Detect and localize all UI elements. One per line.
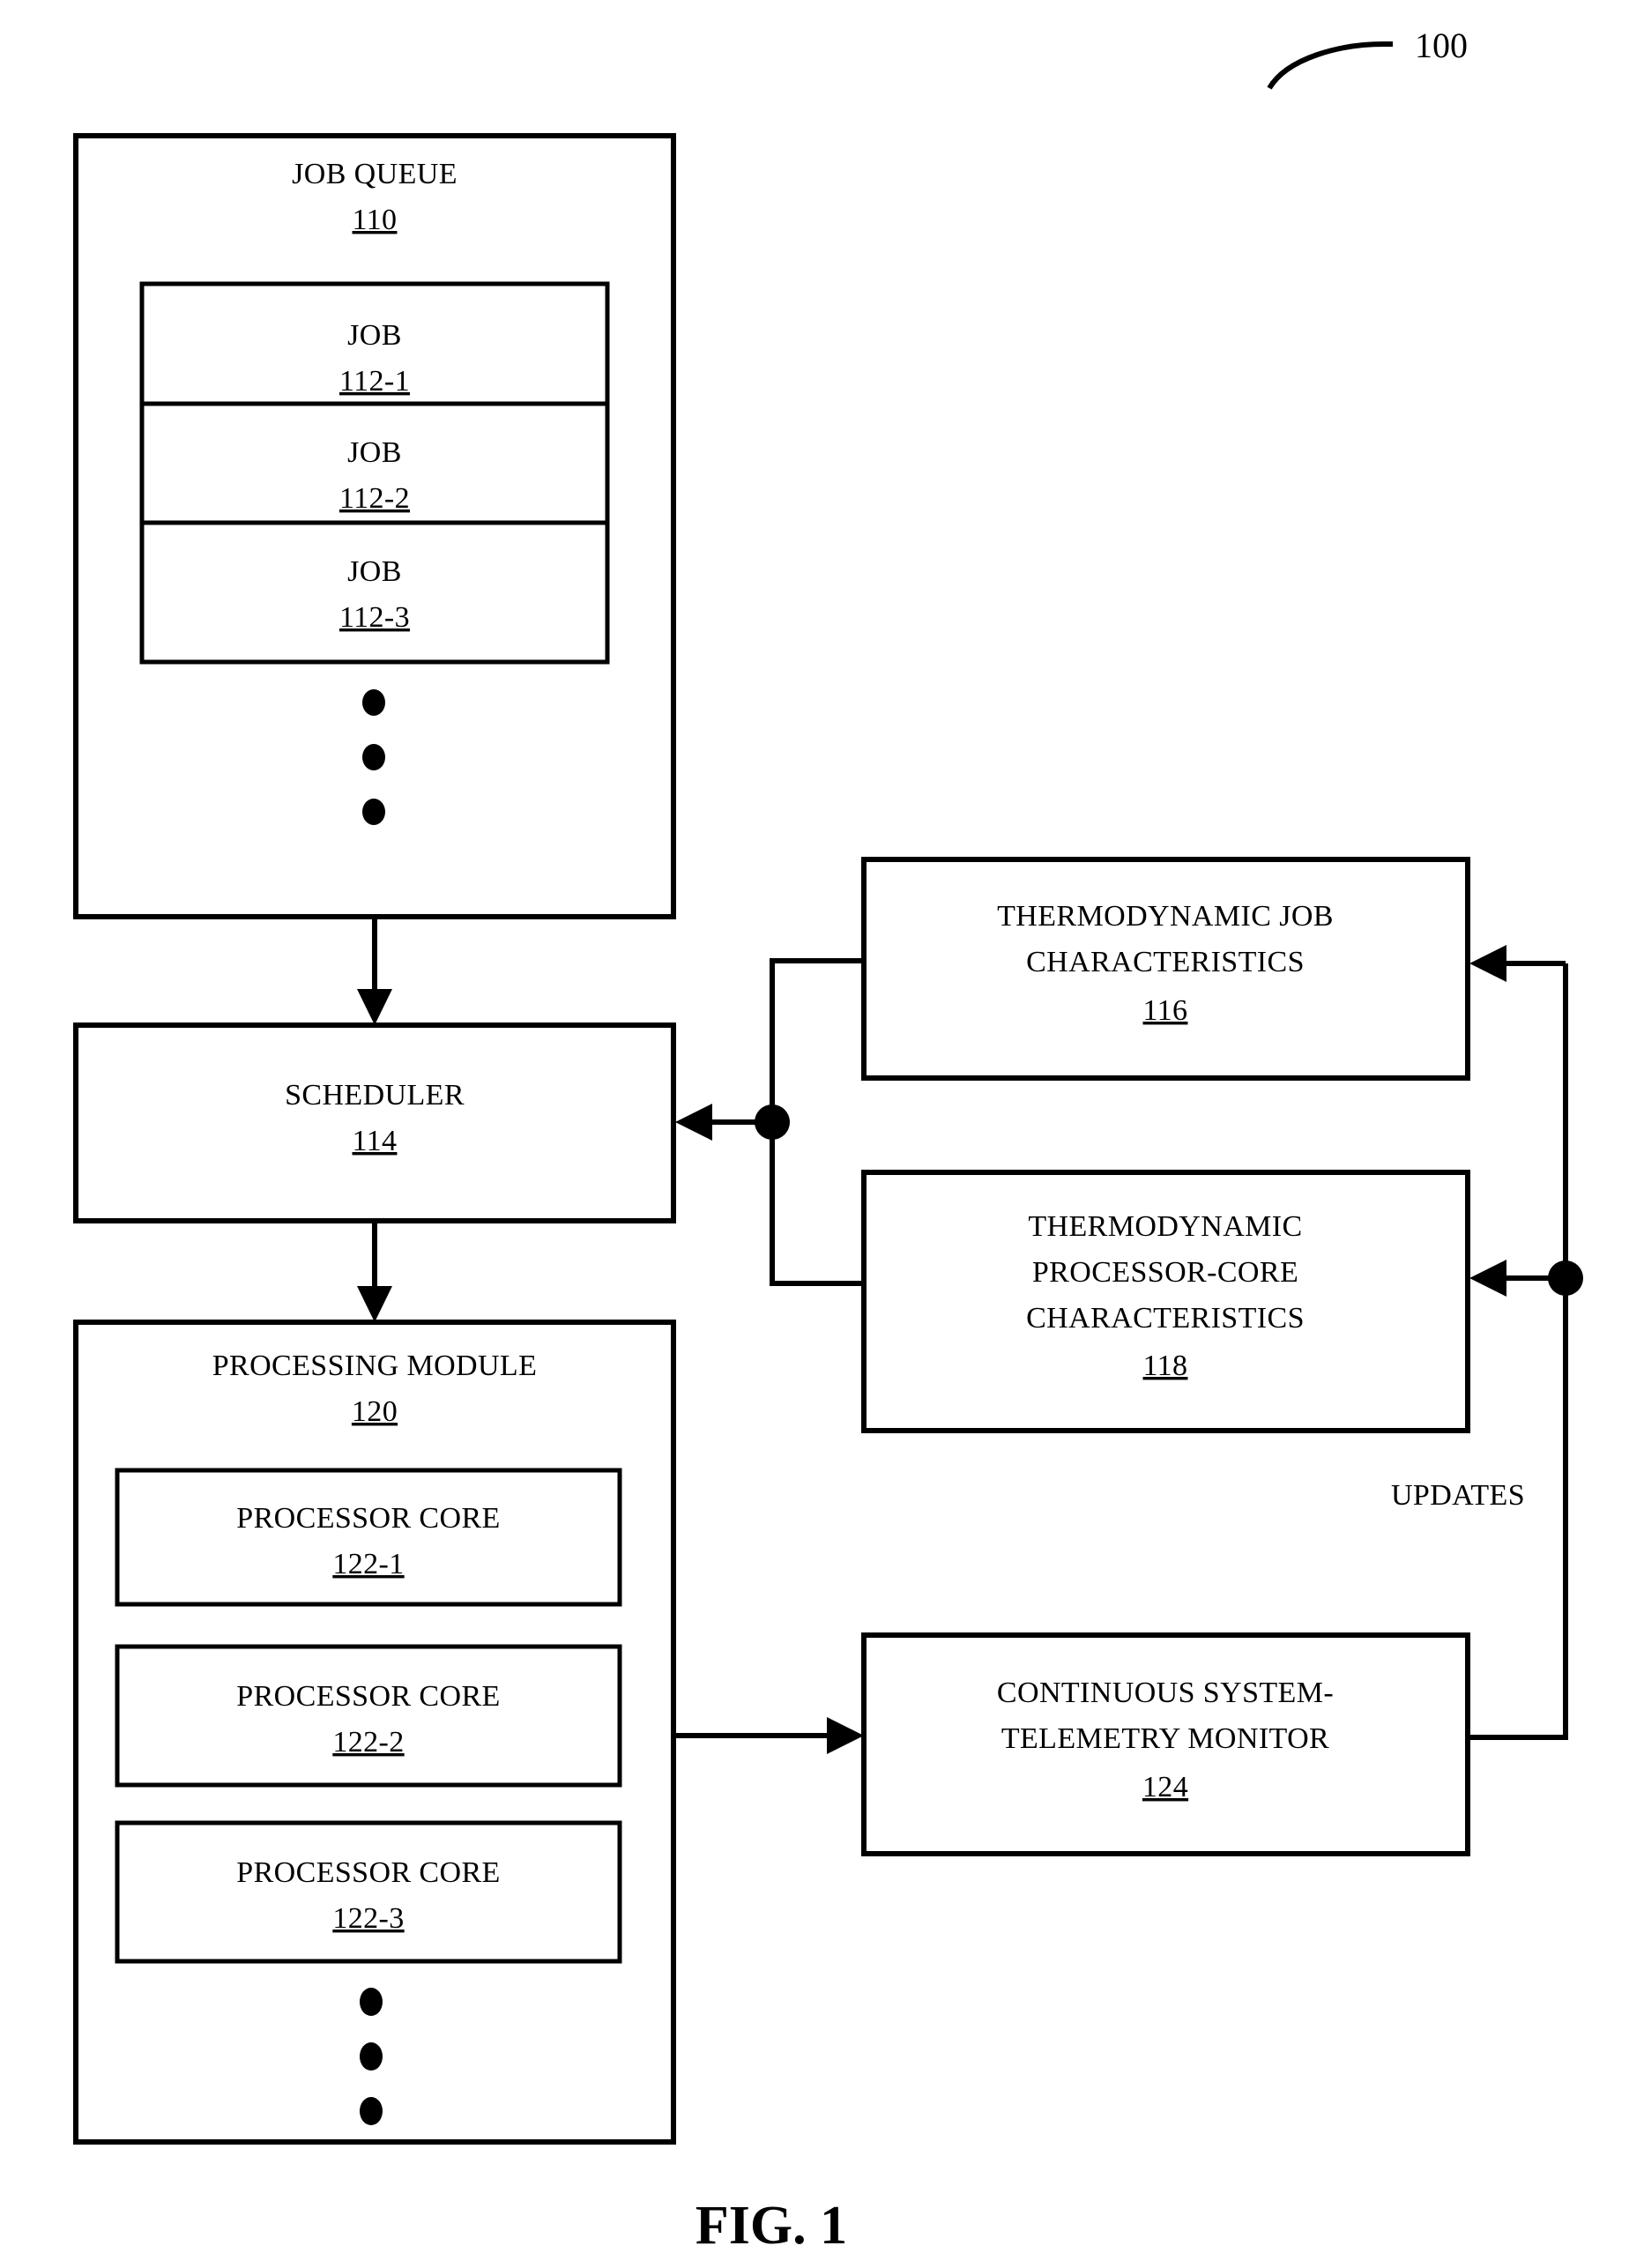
processing-module-vertical-ellipsis-icon bbox=[360, 1988, 383, 2125]
scheduler-box bbox=[73, 1022, 676, 1223]
job-1-ref: 112-1 bbox=[339, 365, 410, 398]
job-3-title: JOB bbox=[347, 555, 402, 588]
telemetry-title-line1: CONTINUOUS SYSTEM- bbox=[997, 1677, 1334, 1709]
processor-core-1-ref: 122-1 bbox=[332, 1548, 404, 1580]
job-2-ref: 112-2 bbox=[339, 482, 410, 515]
job-queue-vertical-ellipsis-icon bbox=[362, 689, 385, 825]
processing-module-title: PROCESSING MODULE bbox=[212, 1350, 538, 1382]
processor-core-2-title: PROCESSOR CORE bbox=[236, 1680, 500, 1713]
scheduler-ref: 114 bbox=[353, 1125, 398, 1157]
processor-core-1-title: PROCESSOR CORE bbox=[236, 1502, 500, 1535]
job-2-title: JOB bbox=[347, 436, 402, 469]
connector-updates-bus bbox=[1468, 945, 1583, 1740]
job-queue-title: JOB QUEUE bbox=[292, 158, 457, 190]
thermo-core-ref: 118 bbox=[1143, 1350, 1188, 1382]
processor-core-box-2 bbox=[115, 1644, 622, 1788]
arrow-jobqueue-to-scheduler bbox=[357, 917, 392, 1025]
figure-caption: FIG. 1 bbox=[696, 2196, 847, 2256]
processor-core-3-ref: 122-3 bbox=[332, 1902, 404, 1935]
job-box-3 bbox=[139, 520, 610, 665]
figure-lead-number: 100 bbox=[1415, 26, 1468, 65]
telemetry-ref: 124 bbox=[1142, 1771, 1188, 1803]
job-box-1 bbox=[139, 281, 610, 423]
thermo-job-title-line1: THERMODYNAMIC JOB bbox=[997, 900, 1334, 933]
processor-core-box-1 bbox=[115, 1468, 622, 1607]
telemetry-title-line2: TELEMETRY MONITOR bbox=[1001, 1722, 1329, 1755]
thermo-job-ref: 116 bbox=[1143, 994, 1188, 1027]
job-queue-ref: 110 bbox=[353, 204, 398, 236]
thermo-core-title-line2: PROCESSOR-CORE bbox=[1032, 1256, 1298, 1289]
patent-figure-diagram: 100 JOB QUEUE 110 JOB 112-1 JOB 112-2 JO… bbox=[73, 26, 1583, 2256]
lead-line-100 bbox=[1267, 41, 1393, 90]
processor-core-2-ref: 122-2 bbox=[332, 1726, 404, 1759]
arrow-processing-module-to-telemetry bbox=[673, 1717, 864, 1754]
processing-module-ref: 120 bbox=[352, 1395, 398, 1428]
thermo-core-title-line1: THERMODYNAMIC bbox=[1028, 1210, 1302, 1243]
updates-label: UPDATES bbox=[1391, 1479, 1525, 1512]
thermo-job-title-line2: CHARACTERISTICS bbox=[1026, 946, 1305, 978]
thermo-core-title-line3: CHARACTERISTICS bbox=[1026, 1302, 1305, 1335]
junction-dot-scheduler-bus bbox=[755, 1104, 790, 1140]
processor-core-3-title: PROCESSOR CORE bbox=[236, 1856, 500, 1889]
arrow-scheduler-to-processing-module bbox=[357, 1221, 392, 1322]
connector-characteristics-to-scheduler bbox=[675, 958, 864, 1286]
junction-dot-updates-bus bbox=[1548, 1260, 1583, 1296]
processor-core-box-3 bbox=[115, 1820, 622, 1964]
job-1-title: JOB bbox=[347, 319, 402, 352]
job-3-ref: 112-3 bbox=[339, 601, 410, 634]
scheduler-title: SCHEDULER bbox=[285, 1079, 465, 1112]
